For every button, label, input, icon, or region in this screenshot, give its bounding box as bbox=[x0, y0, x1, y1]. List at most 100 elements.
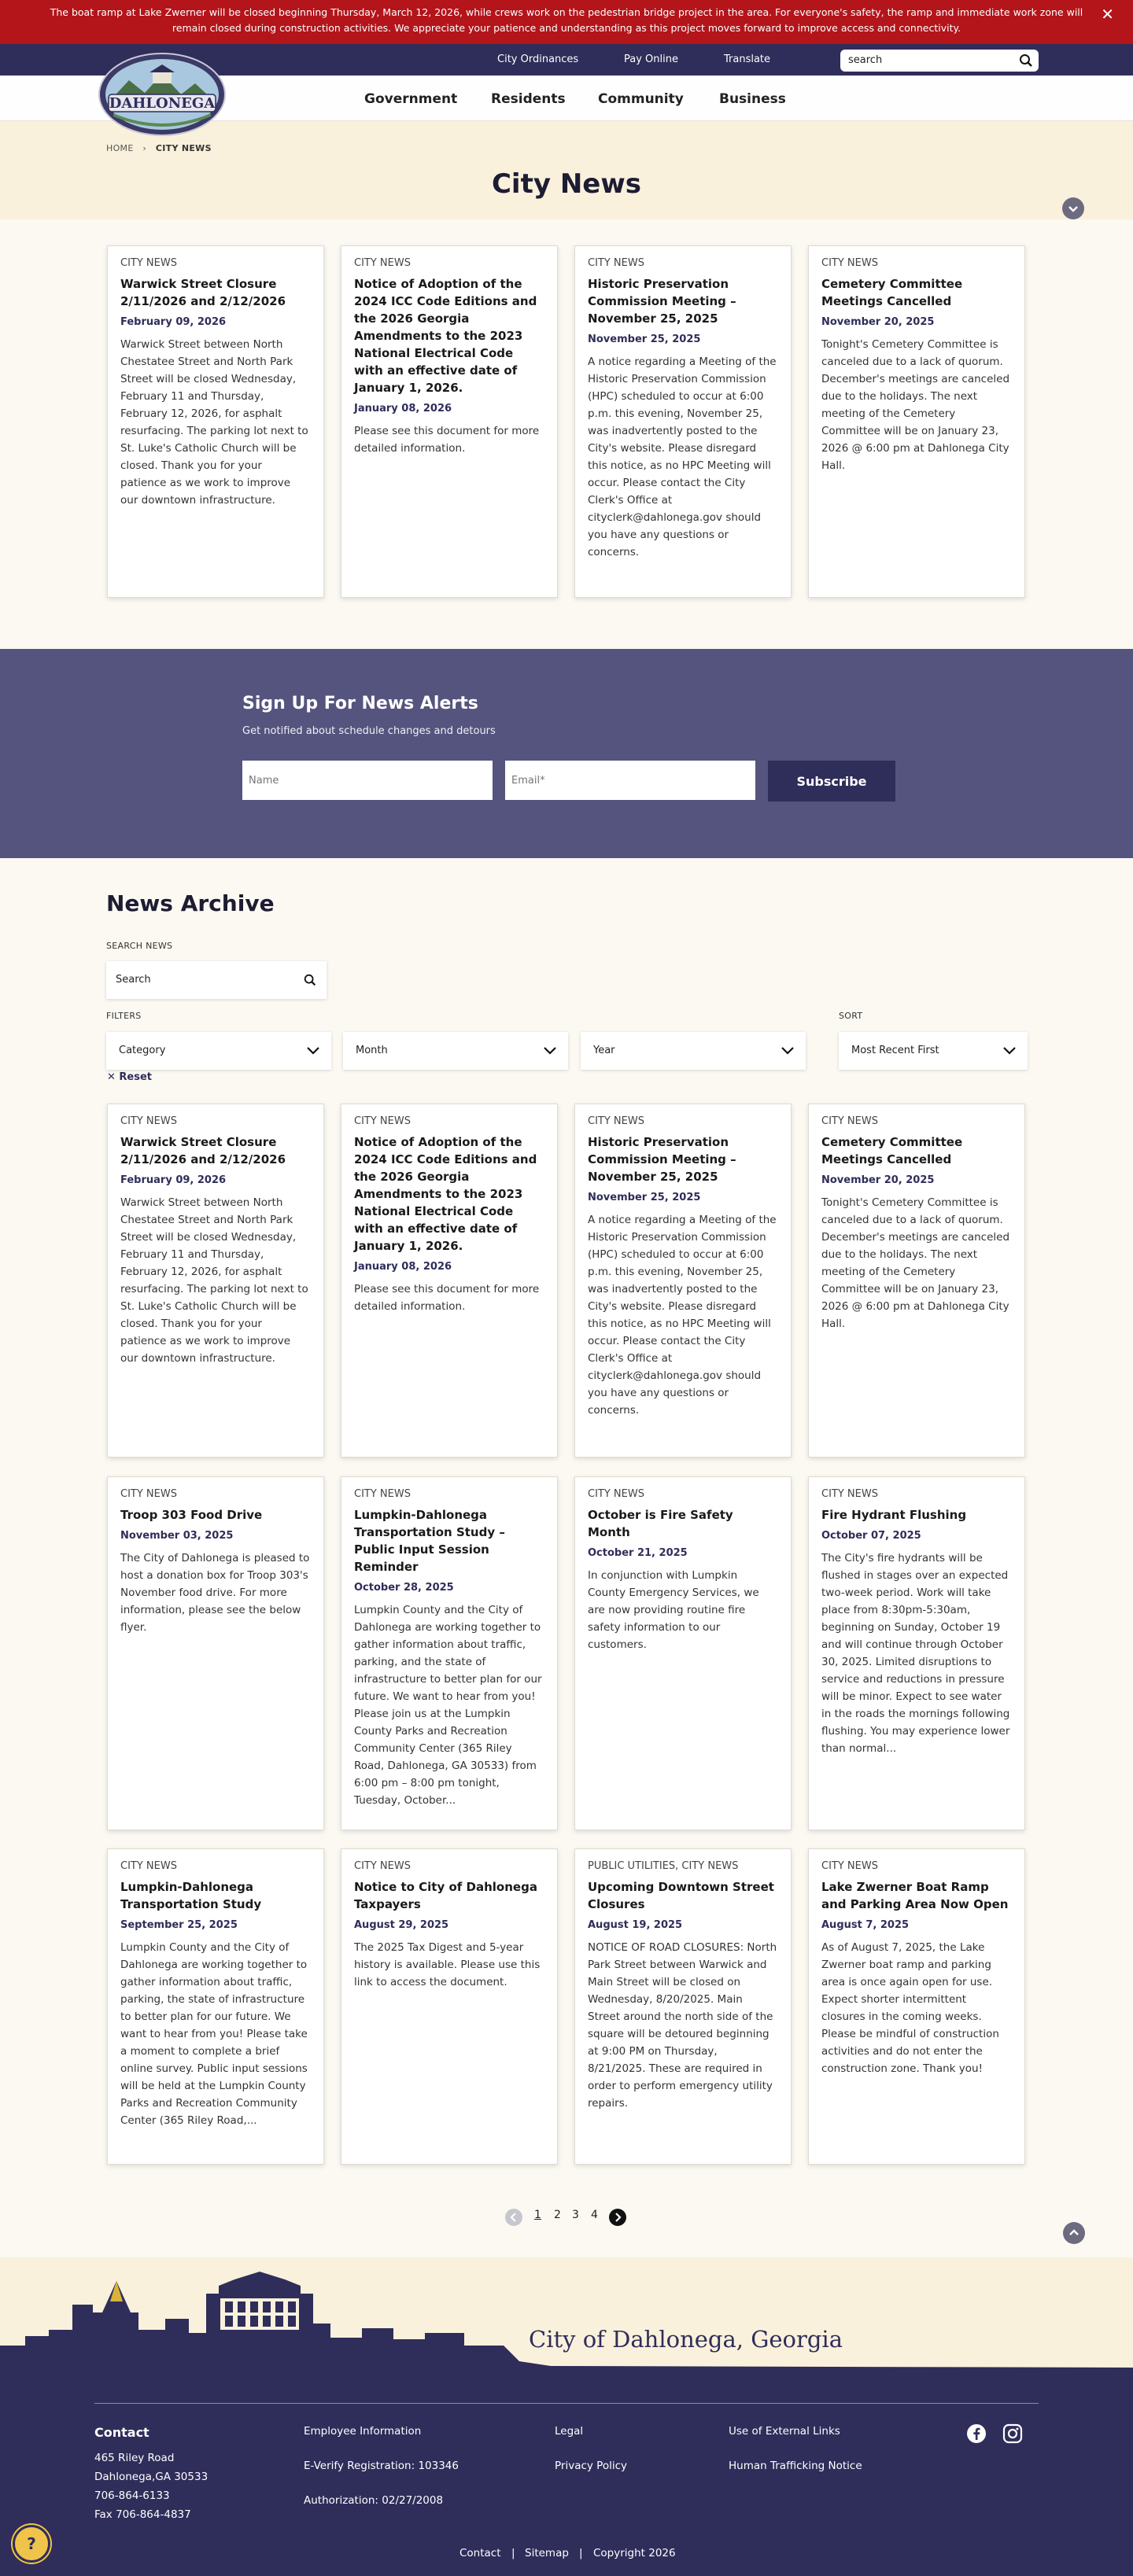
news-title[interactable]: Notice of Adoption of the 2024 ICC Code … bbox=[354, 1133, 544, 1255]
signup-subtext: Get notified about schedule changes and … bbox=[242, 725, 496, 737]
news-category: CITY NEWS bbox=[354, 1860, 411, 1872]
news-title[interactable]: Cemetery Committee Meetings Cancelled bbox=[821, 275, 1012, 310]
pay-online-link[interactable]: Pay Online bbox=[624, 53, 678, 65]
chevron-down-icon bbox=[544, 1047, 556, 1055]
chevron-left-icon[interactable] bbox=[505, 2209, 522, 2226]
news-title[interactable]: Cemetery Committee Meetings Cancelled bbox=[821, 1133, 1012, 1168]
news-title[interactable]: Warwick Street Closure 2/11/2026 and 2/1… bbox=[120, 1133, 311, 1168]
news-card[interactable]: CITY NEWS Historic Preservation Commissi… bbox=[574, 245, 792, 598]
nav-business[interactable]: Business bbox=[719, 91, 786, 107]
news-card[interactable]: CITY NEWS Notice of Adoption of the 2024… bbox=[341, 1104, 558, 1458]
subscribe-button[interactable]: Subscribe bbox=[768, 761, 895, 802]
employee-information-link[interactable]: Employee Information bbox=[304, 2425, 421, 2438]
footer-sitemap-link[interactable]: Sitemap bbox=[525, 2547, 569, 2559]
nav-residents[interactable]: Residents bbox=[491, 91, 566, 107]
news-title[interactable]: Fire Hydrant Flushing bbox=[821, 1506, 1012, 1524]
nav-government[interactable]: Government bbox=[364, 91, 457, 107]
everify-registration: E-Verify Registration: 103346 bbox=[304, 2460, 459, 2472]
city-ordinances-link[interactable]: City Ordinances bbox=[497, 53, 578, 65]
news-category: CITY NEWS bbox=[821, 257, 878, 269]
year-filter[interactable]: Year bbox=[581, 1032, 806, 1070]
translate-link[interactable]: Translate bbox=[724, 53, 770, 65]
legal-link[interactable]: Legal bbox=[555, 2425, 583, 2438]
news-title[interactable]: October is Fire Safety Month bbox=[588, 1506, 778, 1541]
svg-text:DAHLONEGA: DAHLONEGA bbox=[109, 95, 216, 112]
alert-text: The boat ramp at Lake Zwerner will be cl… bbox=[50, 6, 1083, 34]
instagram-icon[interactable] bbox=[1002, 2423, 1023, 2444]
news-card[interactable]: PUBLIC UTILITIES, CITY NEWS Upcoming Dow… bbox=[574, 1848, 792, 2165]
news-title[interactable]: Lake Zwerner Boat Ramp and Parking Area … bbox=[821, 1878, 1012, 1913]
chevron-down-icon[interactable] bbox=[1062, 197, 1084, 219]
site-search-input[interactable]: search bbox=[840, 50, 1039, 72]
news-card[interactable]: CITY NEWS Lake Zwerner Boat Ramp and Par… bbox=[808, 1848, 1025, 2165]
news-card[interactable]: CITY NEWS Fire Hydrant Flushing October … bbox=[808, 1476, 1025, 1830]
page-link-3[interactable]: 3 bbox=[572, 2209, 579, 2228]
news-card[interactable]: CITY NEWS Warwick Street Closure 2/11/20… bbox=[107, 1104, 324, 1458]
news-date: October 21, 2025 bbox=[588, 1547, 688, 1559]
reset-filters-link[interactable]: ✕ Reset bbox=[107, 1071, 152, 1083]
sort-select[interactable]: Most Recent First bbox=[839, 1032, 1028, 1070]
news-title[interactable]: Warwick Street Closure 2/11/2026 and 2/1… bbox=[120, 275, 311, 310]
archive-search-input[interactable]: Search bbox=[106, 961, 327, 999]
human-trafficking-notice-link[interactable]: Human Trafficking Notice bbox=[729, 2460, 862, 2472]
news-title[interactable]: Troop 303 Food Drive bbox=[120, 1506, 311, 1524]
question-icon[interactable]: ? bbox=[13, 2525, 50, 2563]
chevron-right-icon[interactable] bbox=[609, 2209, 626, 2226]
news-date: November 25, 2025 bbox=[588, 334, 701, 345]
chevron-up-icon[interactable] bbox=[1063, 2222, 1085, 2244]
news-date: August 7, 2025 bbox=[821, 1919, 910, 1931]
news-card[interactable]: CITY NEWS Notice to City of Dahlonega Ta… bbox=[341, 1848, 558, 2165]
news-card[interactable]: CITY NEWS Cemetery Committee Meetings Ca… bbox=[808, 245, 1025, 598]
news-card[interactable]: CITY NEWS Notice of Adoption of the 2024… bbox=[341, 245, 558, 598]
news-excerpt: Tonight's Cemetery Committee is canceled… bbox=[821, 338, 1010, 472]
news-card[interactable]: CITY NEWS Lumpkin-Dahlonega Transportati… bbox=[341, 1476, 558, 1830]
page-link-4[interactable]: 4 bbox=[591, 2209, 598, 2228]
footer-contact-link[interactable]: Contact bbox=[459, 2547, 501, 2559]
news-date: January 08, 2026 bbox=[354, 403, 452, 415]
city-logo[interactable]: DAHLONEGA bbox=[98, 52, 227, 137]
news-title[interactable]: Upcoming Downtown Street Closures bbox=[588, 1878, 778, 1913]
name-field[interactable] bbox=[242, 761, 493, 800]
address-line-1: 465 Riley Road bbox=[94, 2452, 175, 2464]
email-field[interactable] bbox=[505, 761, 755, 800]
news-title[interactable]: Historic Preservation Commission Meeting… bbox=[588, 275, 778, 327]
privacy-policy-link[interactable]: Privacy Policy bbox=[555, 2460, 627, 2472]
news-card[interactable]: CITY NEWS Lumpkin-Dahlonega Transportati… bbox=[107, 1848, 324, 2165]
phone-link[interactable]: 706-864-6133 bbox=[94, 2489, 170, 2502]
news-category: CITY NEWS bbox=[821, 1860, 878, 1872]
news-title[interactable]: Notice to City of Dahlonega Taxpayers bbox=[354, 1878, 544, 1913]
breadcrumb-home[interactable]: HOME bbox=[106, 143, 134, 153]
news-date: November 03, 2025 bbox=[120, 1530, 234, 1542]
facebook-icon[interactable] bbox=[966, 2423, 987, 2444]
search-icon[interactable] bbox=[303, 973, 317, 987]
news-category: CITY NEWS bbox=[821, 1115, 878, 1127]
news-title[interactable]: Notice of Adoption of the 2024 ICC Code … bbox=[354, 275, 544, 396]
search-icon[interactable] bbox=[1018, 53, 1034, 68]
news-title[interactable]: Lumpkin-Dahlonega Transportation Study bbox=[120, 1878, 311, 1913]
news-card[interactable]: CITY NEWS October is Fire Safety Month O… bbox=[574, 1476, 792, 1830]
news-category: CITY NEWS bbox=[588, 1488, 644, 1500]
page-link-2[interactable]: 2 bbox=[554, 2209, 561, 2228]
category-filter[interactable]: Category bbox=[106, 1032, 331, 1070]
footer-city-name: City of Dahlonega, Georgia bbox=[529, 2326, 843, 2353]
news-date: October 28, 2025 bbox=[354, 1582, 454, 1594]
external-links-policy-link[interactable]: Use of External Links bbox=[729, 2425, 840, 2438]
news-card[interactable]: CITY NEWS Warwick Street Closure 2/11/20… bbox=[107, 245, 324, 598]
chevron-down-icon bbox=[781, 1047, 794, 1055]
footer-skyline bbox=[0, 2257, 1133, 2371]
month-filter[interactable]: Month bbox=[343, 1032, 568, 1070]
nav-community[interactable]: Community bbox=[598, 91, 684, 107]
news-card[interactable]: CITY NEWS Troop 303 Food Drive November … bbox=[107, 1476, 324, 1830]
chevron-down-icon bbox=[307, 1047, 319, 1055]
news-excerpt: Tonight's Cemetery Committee is canceled… bbox=[821, 1196, 1010, 1330]
news-category: CITY NEWS bbox=[821, 1488, 878, 1500]
news-title[interactable]: Lumpkin-Dahlonega Transportation Study –… bbox=[354, 1506, 544, 1575]
news-title[interactable]: Historic Preservation Commission Meeting… bbox=[588, 1133, 778, 1185]
authorization-date: Authorization: 02/27/2008 bbox=[304, 2494, 444, 2507]
page-link-1[interactable]: 1 bbox=[534, 2209, 541, 2228]
news-card[interactable]: CITY NEWS Historic Preservation Commissi… bbox=[574, 1104, 792, 1458]
news-card[interactable]: CITY NEWS Cemetery Committee Meetings Ca… bbox=[808, 1104, 1025, 1458]
close-icon[interactable]: ✕ bbox=[1101, 6, 1114, 22]
footer-separator: | bbox=[511, 2547, 515, 2559]
news-date: February 09, 2026 bbox=[120, 316, 227, 328]
